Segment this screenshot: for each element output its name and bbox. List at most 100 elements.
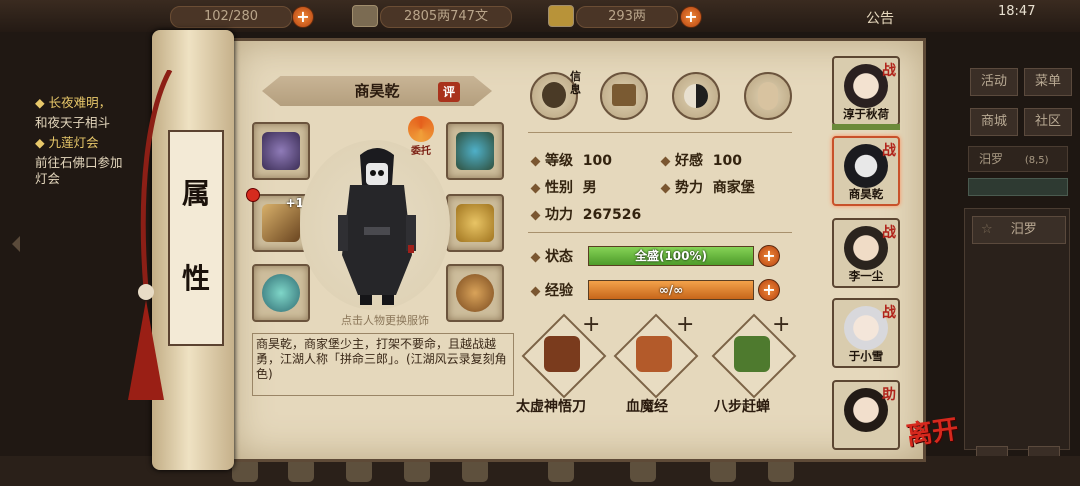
clock: 18:47 bbox=[998, 4, 1036, 19]
add-ingot-button[interactable]: + bbox=[680, 6, 702, 28]
quest-item-2[interactable]: ◆ 九莲灯会 bbox=[35, 132, 99, 151]
ring-icon bbox=[262, 274, 300, 312]
divider bbox=[528, 232, 792, 233]
bag-icon bbox=[612, 84, 636, 106]
add-stamina-button[interactable]: + bbox=[292, 6, 314, 28]
notification-dot bbox=[246, 188, 260, 202]
money-value: 2805两747文 bbox=[404, 9, 488, 24]
hat-icon bbox=[456, 132, 494, 170]
power-value: 267526 bbox=[582, 207, 642, 223]
yinyang-icon bbox=[684, 84, 708, 108]
skill-1-add-icon[interactable]: + bbox=[582, 312, 600, 337]
collapse-arrow-icon[interactable] bbox=[12, 236, 20, 252]
leave-button[interactable]: 离开 bbox=[904, 409, 961, 453]
party-member-4[interactable]: 战 于小雪 bbox=[832, 298, 900, 368]
tab-meridian[interactable] bbox=[744, 72, 792, 120]
party-member-2[interactable]: 战 商昊乾 bbox=[832, 136, 900, 206]
stamina-value: 102/280 bbox=[203, 9, 258, 24]
status-bar: 全盛(100%) bbox=[588, 246, 754, 266]
shop-button[interactable]: 商城 bbox=[970, 108, 1018, 136]
map-list-item[interactable]: ☆ 汨罗 bbox=[972, 216, 1066, 244]
battle-badge: 战 bbox=[882, 225, 896, 241]
level-value: 100 bbox=[582, 153, 612, 169]
skill-1-name: 太虚神悟刀 bbox=[516, 399, 586, 415]
equip-slot-hat[interactable] bbox=[446, 122, 504, 180]
favor-value: 100 bbox=[712, 153, 742, 169]
exp-bar: ∞/∞ bbox=[588, 280, 754, 300]
announcement-button[interactable]: 公告 bbox=[866, 8, 894, 28]
delegate-label: 委托 bbox=[411, 146, 431, 157]
map-list bbox=[964, 208, 1070, 450]
skill-2-add-icon[interactable]: + bbox=[676, 312, 694, 337]
ingot-icon bbox=[548, 5, 574, 27]
tab-inventory[interactable] bbox=[600, 72, 648, 120]
gloves-icon bbox=[262, 132, 300, 170]
equip-slot-ring[interactable] bbox=[252, 264, 310, 322]
armor-icon bbox=[456, 204, 494, 242]
review-button[interactable]: 评 bbox=[438, 82, 460, 102]
stat-power: 功力 267526 bbox=[530, 204, 642, 224]
quest-item-1[interactable]: ◆ 长夜难明， bbox=[35, 92, 111, 111]
exp-text: ∞/∞ bbox=[658, 283, 684, 297]
stat-gender: 性别 男 bbox=[530, 177, 597, 197]
faction-value: 商家堡 bbox=[712, 180, 755, 196]
gender-value: 男 bbox=[582, 180, 597, 196]
location-box: 汨罗 (8,5) bbox=[968, 146, 1068, 172]
divider bbox=[528, 132, 792, 133]
battle-badge: 战 bbox=[882, 143, 896, 159]
battle-badge: 战 bbox=[882, 305, 896, 321]
delegate-icon[interactable] bbox=[408, 116, 434, 142]
map-filter-bar[interactable] bbox=[968, 178, 1068, 196]
stat-faction: 势力 商家堡 bbox=[660, 177, 755, 197]
character-figure[interactable] bbox=[330, 145, 424, 305]
ingot-display: 293两 bbox=[576, 6, 678, 28]
quest-item-1-desc: 和夜天子相斗 bbox=[35, 115, 111, 130]
skill-3-add-icon[interactable]: + bbox=[772, 312, 790, 337]
skill-2-icon bbox=[636, 336, 672, 372]
ingot-value: 293两 bbox=[608, 9, 646, 24]
party-member-3[interactable]: 战 李一尘 bbox=[832, 218, 900, 288]
skill-2-name: 血魔经 bbox=[626, 399, 668, 415]
skill-1-icon bbox=[544, 336, 580, 372]
character-description: 商昊乾，商家堡少主，打架不要命，且越战越勇，江湖人称「拼命三郎」。(江湖风云录复… bbox=[252, 333, 514, 396]
equip-slot-armor[interactable] bbox=[446, 194, 504, 252]
skill-3-icon bbox=[734, 336, 770, 372]
menu-button[interactable]: 菜单 bbox=[1024, 68, 1072, 96]
assist-badge: 助 bbox=[882, 387, 896, 403]
party-member-name: 淳于秋荷 bbox=[843, 107, 889, 121]
info-portrait-icon bbox=[542, 82, 566, 108]
star-icon: ☆ bbox=[981, 222, 993, 237]
location-name: 汨罗 bbox=[979, 152, 1004, 166]
party-member-name: 李一尘 bbox=[848, 269, 884, 283]
body-icon bbox=[758, 82, 778, 110]
stat-exp-label: 经验 bbox=[530, 280, 573, 300]
tab-bagua[interactable] bbox=[672, 72, 720, 120]
quest-item-2-desc-cont: 灯会 bbox=[35, 171, 61, 186]
activity-button[interactable]: 活动 bbox=[970, 68, 1018, 96]
skill-3-name: 八步赶蝉 bbox=[714, 399, 770, 415]
tassel-icon bbox=[128, 70, 173, 400]
equip-slot-accessory[interactable] bbox=[446, 264, 504, 322]
party-member-5[interactable]: 助 bbox=[832, 380, 900, 450]
status-text: 全盛(100%) bbox=[634, 249, 708, 263]
community-button[interactable]: 社区 bbox=[1024, 108, 1072, 136]
top-bar bbox=[0, 0, 1080, 32]
restore-status-button[interactable]: + bbox=[758, 245, 780, 267]
stamina-display: 102/280 bbox=[170, 6, 292, 28]
money-display: 2805两747文 bbox=[380, 6, 512, 28]
party-member-name: 于小雪 bbox=[848, 349, 884, 363]
party-member-name: 商昊乾 bbox=[848, 187, 884, 201]
change-outfit-hint: 点击人物更换服饰 bbox=[341, 314, 429, 327]
equip-slot-gloves[interactable] bbox=[252, 122, 310, 180]
location-coords: (8,5) bbox=[1024, 155, 1049, 166]
battle-badge: 战 bbox=[882, 63, 896, 79]
stat-status-label: 状态 bbox=[530, 246, 573, 266]
pouch-icon bbox=[456, 274, 494, 312]
tab-info-label: 信息 bbox=[570, 70, 581, 96]
add-exp-button[interactable]: + bbox=[758, 279, 780, 301]
coin-icon bbox=[352, 5, 378, 27]
stat-favor: 好感 100 bbox=[660, 150, 742, 170]
party-member-1-bar bbox=[832, 124, 900, 130]
party-member-1[interactable]: 战 淳于秋荷 bbox=[832, 56, 900, 126]
stat-level: 等级 100 bbox=[530, 150, 612, 170]
